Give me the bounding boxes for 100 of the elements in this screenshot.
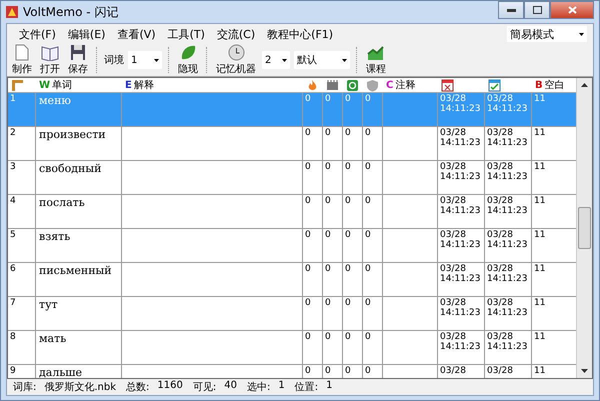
menu-item[interactable]: 交流(C) [210, 26, 262, 42]
count-cell-text: 0 [345, 196, 352, 206]
rising-chart-icon [367, 44, 385, 61]
blank-count-cell-text: 11 [534, 128, 546, 138]
context-label: 词境 [104, 54, 124, 67]
preset-dropdown[interactable]: 默认 [294, 51, 350, 69]
toolbar-button[interactable]: 打开 [38, 44, 62, 76]
count-cell-text: 0 [325, 162, 332, 172]
count-cell-text: 0 [325, 332, 332, 342]
row-number: 5 [10, 230, 17, 240]
status-label: 总数: [126, 380, 150, 394]
menu-item[interactable]: 查看(V) [111, 26, 162, 42]
count-cell-text: 0 [325, 196, 332, 206]
word-cell: произвести [39, 128, 106, 141]
count-cell-text: 0 [305, 366, 312, 376]
count-cell-text: 0 [345, 298, 352, 308]
maximize-button[interactable] [524, 1, 550, 19]
document-icon [15, 44, 29, 61]
date-cell-text: 03/28 [487, 264, 514, 274]
status-value: 1160 [157, 380, 183, 393]
blank-count-cell-text: 11 [534, 162, 546, 172]
memory-dropdown[interactable]: 2 [262, 51, 290, 69]
count-cell-text: 0 [365, 196, 372, 206]
toolbar-button[interactable]: 制作 [10, 44, 34, 76]
status-value: 1 [326, 380, 332, 393]
date-cell-text: 03/28 [487, 230, 514, 240]
column-letter: W [39, 80, 50, 90]
blank-count-cell-text: 11 [534, 264, 546, 274]
time-cell-text: 14:11:23 [440, 206, 482, 216]
menu-item[interactable]: 工具(T) [162, 26, 211, 42]
time-cell-text: 14:11:23 [440, 240, 482, 250]
close-icon [568, 6, 576, 14]
minimize-button[interactable] [498, 1, 524, 19]
film-strip-icon [326, 78, 339, 92]
date-cell-text: 03/28 [440, 332, 467, 342]
row-number: 9 [10, 366, 17, 376]
status-label: 词库: [13, 380, 36, 394]
open-book-icon [41, 44, 59, 61]
time-cell-text: 14:11:23 [440, 138, 482, 148]
scroll-down-icon [581, 369, 588, 373]
toolbar-button[interactable]: 课程 [364, 44, 388, 76]
time-cell-text: 14:11:23 [440, 274, 482, 284]
date-cell-text: 03/28 [440, 196, 467, 206]
column-header[interactable]: 解释 [134, 78, 154, 92]
scroll-up-icon [581, 83, 588, 87]
time-cell-text: 14:11:23 [487, 138, 528, 148]
time-cell-text: 14:11:23 [440, 308, 482, 318]
corner-bracket-icon [11, 78, 24, 92]
date-cell-text: 03/28 [487, 128, 514, 138]
blank-count-cell-text: 11 [534, 366, 546, 376]
count-cell-text: 0 [365, 128, 372, 138]
row-number: 7 [10, 298, 17, 308]
dropdown-caret-icon [579, 32, 584, 36]
toolbar-button[interactable]: 记忆机器 [214, 44, 258, 76]
context-dropdown[interactable]: 1 [128, 51, 162, 69]
count-cell-text: 0 [365, 162, 372, 172]
toolbar-button[interactable]: 隐现 [176, 44, 200, 76]
count-cell-text: 0 [365, 94, 372, 104]
minimize-icon [506, 8, 516, 12]
time-cell-text: 14:11:23 [487, 240, 528, 250]
column-header[interactable]: 空白 [544, 78, 565, 92]
count-cell-text: 0 [305, 332, 312, 342]
word-cell: письменный [39, 264, 112, 277]
vertical-scrollbar[interactable] [576, 78, 592, 378]
flame-icon [306, 78, 319, 92]
date-cell-text: 03/28 [440, 298, 467, 308]
word-cell: взять [39, 230, 70, 243]
leaf-icon [180, 44, 196, 61]
column-header[interactable]: 单词 [52, 78, 72, 92]
time-cell-text: 14:11:23 [487, 342, 528, 352]
status-label: 位置: [294, 380, 318, 394]
time-cell-text: 14:11:23 [487, 206, 528, 216]
blank-count-cell-text: 11 [534, 230, 546, 240]
date-cell-text: 03/28 [440, 264, 467, 274]
clock-icon [228, 44, 244, 61]
date-cell-text: 03/28 [487, 94, 514, 104]
status-value: 40 [224, 380, 237, 393]
mode-dropdown[interactable]: 簡易模式 [507, 26, 587, 42]
date-cell-text: 03/28 [440, 128, 467, 138]
toolbar-button[interactable]: 保存 [66, 44, 90, 76]
menu-item[interactable]: 文件(F) [13, 26, 62, 42]
date-cell-text: 03/28 [487, 298, 514, 308]
count-cell-text: 0 [365, 230, 372, 240]
count-cell-text: 0 [345, 162, 352, 172]
blank-count-cell-text: 11 [534, 94, 546, 104]
window-title: VoltMemo - 闪记 [23, 4, 118, 20]
time-cell-text: 14:11:23 [440, 172, 482, 182]
date-cell-text: 03/28 [440, 94, 467, 104]
close-button[interactable] [550, 1, 594, 19]
count-cell-text: 0 [325, 128, 332, 138]
dropdown-caret-icon [282, 58, 287, 62]
blank-count-cell-text: 11 [534, 298, 546, 308]
blank-count-cell-text: 11 [534, 196, 546, 206]
menu-item[interactable]: 教程中心(F1) [261, 26, 340, 42]
menu-item[interactable]: 编辑(E) [62, 26, 112, 42]
time-cell-text: 14:11:23 [440, 342, 482, 352]
count-cell-text: 0 [325, 230, 332, 240]
count-cell-text: 0 [345, 332, 352, 342]
scrollbar-thumb[interactable] [578, 207, 591, 249]
column-header[interactable]: 注释 [395, 78, 416, 92]
